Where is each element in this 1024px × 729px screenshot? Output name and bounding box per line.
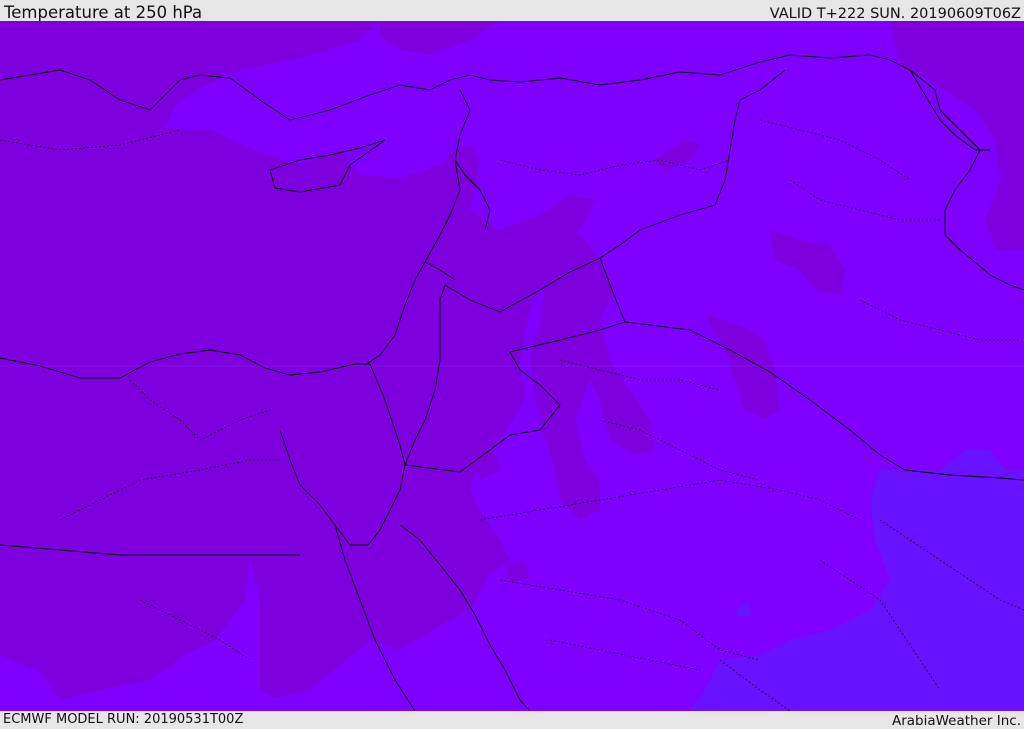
temperature-map bbox=[0, 21, 1024, 711]
model-run: ECMWF MODEL RUN: 20190531T00Z bbox=[3, 712, 244, 727]
map-title: Temperature at 250 hPa bbox=[4, 3, 203, 22]
footer-bar: ECMWF MODEL RUN: 20190531T00Z ArabiaWeat… bbox=[0, 711, 1024, 729]
credit: ArabiaWeather Inc. bbox=[891, 713, 1021, 729]
header-bar: Temperature at 250 hPa VALID T+222 SUN. … bbox=[0, 0, 1024, 22]
